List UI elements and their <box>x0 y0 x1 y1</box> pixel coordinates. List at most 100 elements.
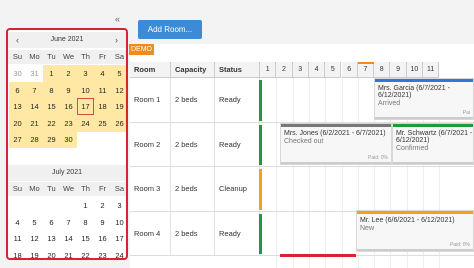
calendar-day[interactable]: 20 <box>43 247 60 259</box>
calendar-day[interactable]: 24 <box>77 114 94 132</box>
event-paid: Paid: 0% <box>449 242 470 248</box>
calendar-day[interactable]: 20 <box>9 114 26 132</box>
calendar-day[interactable]: 8 <box>43 81 60 99</box>
calendar-day[interactable]: 27 <box>9 131 26 148</box>
calendar-day[interactable]: 18 <box>94 98 111 115</box>
calendar-day[interactable]: 28 <box>26 131 43 148</box>
capacity-column-header[interactable]: Capacity <box>171 62 215 78</box>
calendar-day[interactable]: 21 <box>26 114 43 132</box>
add-room-button[interactable]: Add Room... <box>138 20 202 39</box>
reservation-event[interactable]: Mr. Lee (6/6/2021 - 6/12/2021) New Paid:… <box>356 210 474 252</box>
calendar-day[interactable]: 9 <box>94 214 111 231</box>
calendar-day[interactable]: 12 <box>26 230 43 247</box>
room-capacity[interactable]: 2 beds <box>171 167 215 211</box>
room-column-header[interactable]: Room <box>130 62 171 78</box>
month-header-june: ‹ June 2021 › <box>8 32 126 48</box>
calendar-day[interactable]: 18 <box>9 247 26 259</box>
day-column-header[interactable]: 2 <box>276 62 293 78</box>
calendar-day[interactable]: 31 <box>26 65 43 82</box>
calendar-day[interactable]: 6 <box>9 81 26 99</box>
day-column-header[interactable]: 1 <box>260 62 277 78</box>
calendar-day[interactable]: 15 <box>43 98 60 115</box>
calendar-day[interactable]: 4 <box>94 65 111 82</box>
event-color-bar <box>393 124 473 127</box>
calendar-day[interactable]: 5 <box>111 65 126 82</box>
prev-month-icon[interactable]: ‹ <box>16 32 19 48</box>
calendar-day[interactable]: 30 <box>60 131 77 148</box>
calendar-day[interactable]: 17 <box>111 230 126 247</box>
calendar-day[interactable]: 17 <box>77 98 94 115</box>
calendar-day[interactable]: 21 <box>60 247 77 259</box>
day-column-header[interactable]: 5 <box>325 62 342 78</box>
day-column-header[interactable]: 3 <box>292 62 309 78</box>
collapse-icon[interactable]: « <box>115 14 120 24</box>
status-column-header[interactable]: Status <box>215 62 260 78</box>
calendar-day[interactable]: 3 <box>111 197 126 214</box>
day-column-header[interactable]: 11 <box>423 62 440 78</box>
day-column-header[interactable]: 6 <box>341 62 358 78</box>
room-name[interactable]: Room 2 <box>130 122 171 166</box>
room-name[interactable]: Room 1 <box>130 78 171 122</box>
calendar-day[interactable]: 26 <box>111 114 126 132</box>
room-name[interactable]: Room 4 <box>130 211 171 255</box>
calendar-navigator: ‹ June 2021 › Su Mo Tu We Th Fr Sa 30 31 1 2 3 4 5 6 7… <box>6 28 128 260</box>
calendar-day[interactable]: 22 <box>77 247 94 259</box>
calendar-day[interactable]: 7 <box>60 214 77 231</box>
calendar-day[interactable]: 13 <box>43 230 60 247</box>
calendar-day[interactable]: 19 <box>26 247 43 259</box>
room-status[interactable]: Ready <box>215 122 260 166</box>
calendar-day[interactable]: 2 <box>94 197 111 214</box>
calendar-day[interactable]: 19 <box>111 98 126 115</box>
calendar-day[interactable]: 25 <box>94 114 111 132</box>
calendar-day[interactable]: 6 <box>43 214 60 231</box>
room-capacity[interactable]: 2 beds <box>171 122 215 166</box>
paid-progress-bar <box>393 162 473 164</box>
calendar-day[interactable]: 14 <box>60 230 77 247</box>
room-status[interactable]: Ready <box>215 211 260 255</box>
calendar-day[interactable]: 11 <box>9 230 26 247</box>
day-column-header[interactable]: 9 <box>390 62 407 78</box>
calendar-day[interactable]: 15 <box>77 230 94 247</box>
reservation-event[interactable]: Mrs. Garcia (6/7/2021 - 6/12/2021) Arriv… <box>374 78 474 120</box>
event-status: Checked out <box>284 138 324 145</box>
day-column-header[interactable]: 7 <box>357 62 375 78</box>
reservation-event[interactable]: Mr. Schwartz (6/7/2021 - 6/12/2021) Conf… <box>392 123 474 165</box>
calendar-day[interactable]: 16 <box>60 98 77 115</box>
calendar-day[interactable]: 8 <box>77 214 94 231</box>
calendar-day[interactable]: 10 <box>111 214 126 231</box>
day-column-header[interactable]: 10 <box>406 62 423 78</box>
room-status[interactable]: Ready <box>215 78 260 122</box>
calendar-day[interactable]: 10 <box>77 81 94 99</box>
calendar-day[interactable]: 4 <box>9 214 26 231</box>
calendar-day[interactable]: 22 <box>43 114 60 132</box>
calendar-day[interactable]: 29 <box>43 131 60 148</box>
calendar-day[interactable]: 23 <box>60 114 77 132</box>
room-name[interactable]: Room 3 <box>130 167 171 211</box>
calendar-day[interactable]: 16 <box>94 230 111 247</box>
calendar-day[interactable]: 23 <box>94 247 111 259</box>
calendar-day[interactable]: 12 <box>111 81 126 99</box>
calendar-day[interactable]: 1 <box>43 65 60 82</box>
date-navigator-panel: « ‹ June 2021 › Su Mo Tu We Th Fr Sa 30 31 1 2 3 4 5… <box>0 0 130 268</box>
calendar-day[interactable]: 7 <box>26 81 43 99</box>
room-status[interactable]: Cleanup <box>215 167 260 211</box>
calendar-day[interactable]: 30 <box>9 65 26 82</box>
calendar-day[interactable]: 24 <box>111 247 126 259</box>
calendar-day[interactable]: 2 <box>60 65 77 82</box>
calendar-day[interactable]: 11 <box>94 81 111 99</box>
calendar-day[interactable]: 5 <box>26 214 43 231</box>
calendar-day[interactable]: 9 <box>60 81 77 99</box>
weekday-label: Fr <box>98 52 107 61</box>
day-column-header[interactable]: 8 <box>374 62 391 78</box>
day-column-header[interactable]: 4 <box>308 62 326 78</box>
next-month-icon[interactable]: › <box>115 32 118 48</box>
room-capacity[interactable]: 2 beds <box>171 211 215 255</box>
room-capacity[interactable]: 2 beds <box>171 78 215 122</box>
weekday-header: Su Mo Tu We Th Fr Sa <box>8 50 126 64</box>
calendar-day[interactable]: 1 <box>77 197 94 214</box>
weekday-label: Sa <box>114 184 125 193</box>
calendar-day[interactable]: 14 <box>26 98 43 115</box>
reservation-event[interactable]: Mrs. Jones (6/2/2021 - 6/7/2021) Checked… <box>280 123 392 165</box>
calendar-day[interactable]: 13 <box>9 98 26 115</box>
calendar-day[interactable]: 3 <box>77 65 94 82</box>
